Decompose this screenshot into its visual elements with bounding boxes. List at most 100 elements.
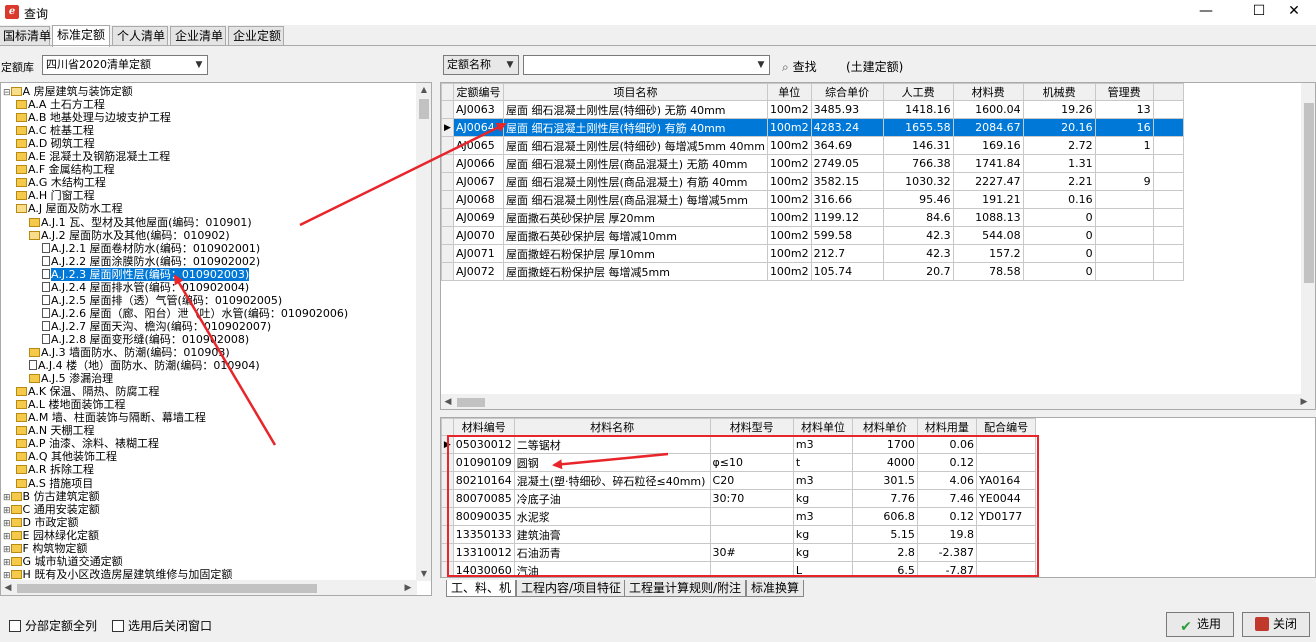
tree-node[interactable]: A.D 砌筑工程 bbox=[16, 137, 95, 150]
tree-node[interactable]: ⊞ F 构筑物定额 bbox=[3, 542, 87, 555]
close-button[interactable]: 关闭 bbox=[1242, 612, 1310, 637]
collapse-icon[interactable]: ⊟ bbox=[3, 88, 11, 98]
expand-icon[interactable]: ⊞ bbox=[3, 545, 11, 555]
tree-node[interactable]: ⊞ B 仿古建筑定额 bbox=[3, 490, 100, 503]
quota-library-select[interactable]: 四川省2020清单定额 ▼ bbox=[42, 55, 208, 75]
tree-node[interactable]: A.J.5 渗漏治理 bbox=[29, 372, 113, 385]
tree-node[interactable]: A.J.2.1 屋面卷材防水(编码：010902001) bbox=[42, 242, 260, 255]
search-button[interactable]: ⌕ 查找 bbox=[782, 58, 817, 75]
column-header[interactable]: 材料型号 bbox=[709, 418, 794, 436]
tree-horizontal-scrollbar[interactable]: ◀ ▶ bbox=[1, 580, 417, 595]
column-header[interactable]: 材料用量 bbox=[916, 418, 978, 436]
tree-node[interactable]: ⊞ H 既有及小区改造房屋建筑维修与加固定额 bbox=[3, 568, 232, 581]
tree-node[interactable]: A.J.3 墙面防水、防潮(编码：010903) bbox=[29, 346, 230, 359]
expand-icon[interactable]: ⊞ bbox=[3, 532, 11, 542]
tree-node[interactable]: A.C 桩基工程 bbox=[16, 124, 94, 137]
tab-enterprise-quota[interactable]: 企业定额 bbox=[228, 26, 284, 46]
tab-labor-material-machine[interactable]: 工、料、机 bbox=[446, 580, 517, 597]
minimize-button[interactable]: — bbox=[1184, 0, 1228, 25]
tree-node[interactable]: A.J.4 楼（地）面防水、防潮(编码：010904) bbox=[29, 359, 260, 372]
tree-node[interactable]: A.H 门窗工程 bbox=[16, 189, 95, 202]
tab-enterprise-list[interactable]: 企业清单 bbox=[170, 26, 226, 46]
close-window-button[interactable]: ✕ bbox=[1272, 0, 1316, 25]
tree-node[interactable]: A.R 拆除工程 bbox=[16, 463, 94, 476]
scroll-left-icon[interactable]: ◀ bbox=[1, 580, 15, 595]
column-header[interactable]: 材料编号 bbox=[452, 418, 515, 436]
tree-node[interactable]: ⊟ A 房屋建筑与装饰定额 bbox=[3, 85, 133, 98]
tree-node[interactable]: ⊞ C 通用安装定额 bbox=[3, 503, 100, 516]
table-row[interactable]: AJ0070 屋面撒石英砂保护层 每增减10mm 100m2 599.58 42.3 54… bbox=[441, 226, 1184, 245]
expand-icon[interactable]: ⊞ bbox=[3, 493, 11, 503]
table-row[interactable]: AJ0069 屋面撒石英砂保护层 厚20mm 100m2 1199.12 84.6 108… bbox=[441, 208, 1184, 227]
column-header[interactable]: 人工费 bbox=[882, 83, 954, 101]
quota-chapter-tree[interactable]: ⊟ A 房屋建筑与装饰定额 A.A 土石方工程 A.B 地基处理与边坡支护工程 A.C … bbox=[0, 82, 432, 596]
scroll-right-icon[interactable]: ▶ bbox=[1297, 394, 1311, 409]
column-header[interactable]: 材料名称 bbox=[513, 418, 711, 436]
tree-node[interactable]: A.J.2 屋面防水及其他(编码：010902) bbox=[29, 229, 230, 242]
tab-national-list[interactable]: 国标清单 bbox=[0, 26, 51, 46]
select-button[interactable]: ✔ 选用 bbox=[1166, 612, 1234, 637]
column-header[interactable]: 配合编号 bbox=[976, 418, 1037, 436]
tab-work-content[interactable]: 工程内容/项目特征 bbox=[516, 580, 627, 597]
column-header[interactable]: 定额编号 bbox=[453, 83, 504, 101]
scroll-right-icon[interactable]: ▶ bbox=[401, 580, 415, 595]
quota-table[interactable]: 定额编号 项目名称 单位 综合单价 人工费 材料费 机械费 管理费 AJ0063 屋面 细石混凝土… bbox=[440, 82, 1316, 410]
search-input[interactable]: ▼ bbox=[523, 55, 770, 75]
tree-vertical-scrollbar[interactable]: ▲ ▼ bbox=[416, 83, 431, 581]
search-field-select[interactable]: 定额名称 ▼ bbox=[443, 55, 519, 75]
tree-hscroll-thumb[interactable] bbox=[17, 584, 317, 593]
expand-icon[interactable]: ⊞ bbox=[3, 519, 11, 529]
column-header[interactable]: 单位 bbox=[766, 83, 812, 101]
quota-horizontal-scrollbar[interactable]: ◀ ▶ bbox=[441, 394, 1315, 409]
table-row[interactable]: AJ0068 屋面 细石混凝土刚性层(商品混凝土) 每增减5mm 100m2 316.… bbox=[441, 190, 1184, 209]
tree-node[interactable]: ⊞ G 城市轨道交通定额 bbox=[3, 555, 123, 568]
tab-personal-list[interactable]: 个人清单 bbox=[112, 26, 168, 46]
tree-node[interactable]: A.G 木结构工程 bbox=[16, 176, 106, 189]
table-row[interactable]: AJ0066 屋面 细石混凝土刚性层(商品混凝土) 无筋 40mm 100m2 274… bbox=[441, 154, 1184, 173]
tree-node[interactable]: A.J.2.3 屋面刚性层(编码：010902003) bbox=[42, 267, 250, 281]
quota-vertical-scrollbar[interactable] bbox=[1301, 83, 1315, 395]
table-row[interactable]: ▶ AJ0064 屋面 细石混凝土刚性层(特细砂) 有筋 40mm 100m2 4283… bbox=[441, 118, 1184, 137]
tree-node[interactable]: A.L 楼地面装饰工程 bbox=[16, 398, 125, 411]
table-row[interactable]: AJ0063 屋面 细石混凝土刚性层(特细砂) 无筋 40mm 100m2 3485.… bbox=[441, 100, 1184, 119]
column-header[interactable]: 材料单位 bbox=[792, 418, 854, 436]
tree-node[interactable]: A.K 保温、隔热、防腐工程 bbox=[16, 385, 160, 398]
tree-node[interactable]: A.J.2.2 屋面涂膜防水(编码：010902002) bbox=[42, 255, 260, 268]
column-header[interactable]: 机械费 bbox=[1022, 83, 1096, 101]
scroll-up-icon[interactable]: ▲ bbox=[416, 83, 431, 97]
tree-node[interactable]: ⊞ D 市政定额 bbox=[3, 516, 79, 529]
tree-node[interactable]: A.M 墙、柱面装饰与隔断、幕墙工程 bbox=[16, 411, 206, 424]
tree-node[interactable]: A.B 地基处理与边坡支护工程 bbox=[16, 111, 171, 124]
tree-node[interactable]: A.N 天棚工程 bbox=[16, 424, 95, 437]
tree-node[interactable]: A.J.2.5 屋面排（透）气管(编码：010902005) bbox=[42, 294, 282, 307]
tree-node[interactable]: A.F 金属结构工程 bbox=[16, 163, 115, 176]
column-header[interactable]: 材料费 bbox=[952, 83, 1024, 101]
column-header[interactable]: 项目名称 bbox=[503, 83, 768, 101]
expand-icon[interactable]: ⊞ bbox=[3, 506, 11, 516]
table-row[interactable]: AJ0071 屋面撒蛭石粉保护层 厚10mm 100m2 212.7 42.3 157.2… bbox=[441, 244, 1184, 263]
table-row[interactable]: AJ0065 屋面 细石混凝土刚性层(特细砂) 每增减5mm 40mm 100m2 3… bbox=[441, 136, 1184, 155]
quota-scroll-thumb[interactable] bbox=[1304, 103, 1314, 283]
tree-scroll-thumb[interactable] bbox=[419, 99, 429, 119]
tree-node[interactable]: A.J.1 瓦、型材及其他屋面(编码：010901) bbox=[29, 216, 252, 229]
tab-calc-rules[interactable]: 工程量计算规则/附注 bbox=[624, 580, 747, 597]
quota-hscroll-thumb[interactable] bbox=[457, 398, 485, 407]
show-all-checkbox[interactable]: 分部定额全列 bbox=[9, 617, 97, 634]
tree-node[interactable]: A.J.2.4 屋面排水管(编码：010902004) bbox=[42, 281, 249, 294]
table-row[interactable]: AJ0067 屋面 细石混凝土刚性层(商品混凝土) 有筋 40mm 100m2 358… bbox=[441, 172, 1184, 191]
column-header[interactable]: 材料单价 bbox=[852, 418, 918, 436]
column-header[interactable]: 综合单价 bbox=[810, 83, 884, 101]
column-header[interactable]: 管理费 bbox=[1094, 83, 1154, 101]
tree-node[interactable]: ⊞ E 园林绿化定额 bbox=[3, 529, 99, 542]
scroll-down-icon[interactable]: ▼ bbox=[416, 567, 431, 581]
tree-node[interactable]: A.J 屋面及防水工程 bbox=[16, 202, 123, 215]
tree-node[interactable]: A.J.2.7 屋面天沟、檐沟(编码：010902007) bbox=[42, 320, 271, 333]
tree-node[interactable]: A.Q 其他装饰工程 bbox=[16, 450, 117, 463]
close-after-select-checkbox[interactable]: 选用后关闭窗口 bbox=[112, 617, 212, 634]
table-row[interactable]: AJ0072 屋面撒蛭石粉保护层 每增减5mm 100m2 105.74 20.7 78.… bbox=[441, 262, 1184, 281]
tab-standard-quota[interactable]: 标准定额 bbox=[52, 25, 110, 47]
tree-node[interactable]: A.J.2.8 屋面变形缝(编码：010902008) bbox=[42, 333, 249, 346]
tree-node[interactable]: A.P 油漆、涂料、裱糊工程 bbox=[16, 437, 159, 450]
tree-node[interactable]: A.A 土石方工程 bbox=[16, 98, 105, 111]
tree-node[interactable]: A.S 措施项目 bbox=[16, 477, 93, 490]
